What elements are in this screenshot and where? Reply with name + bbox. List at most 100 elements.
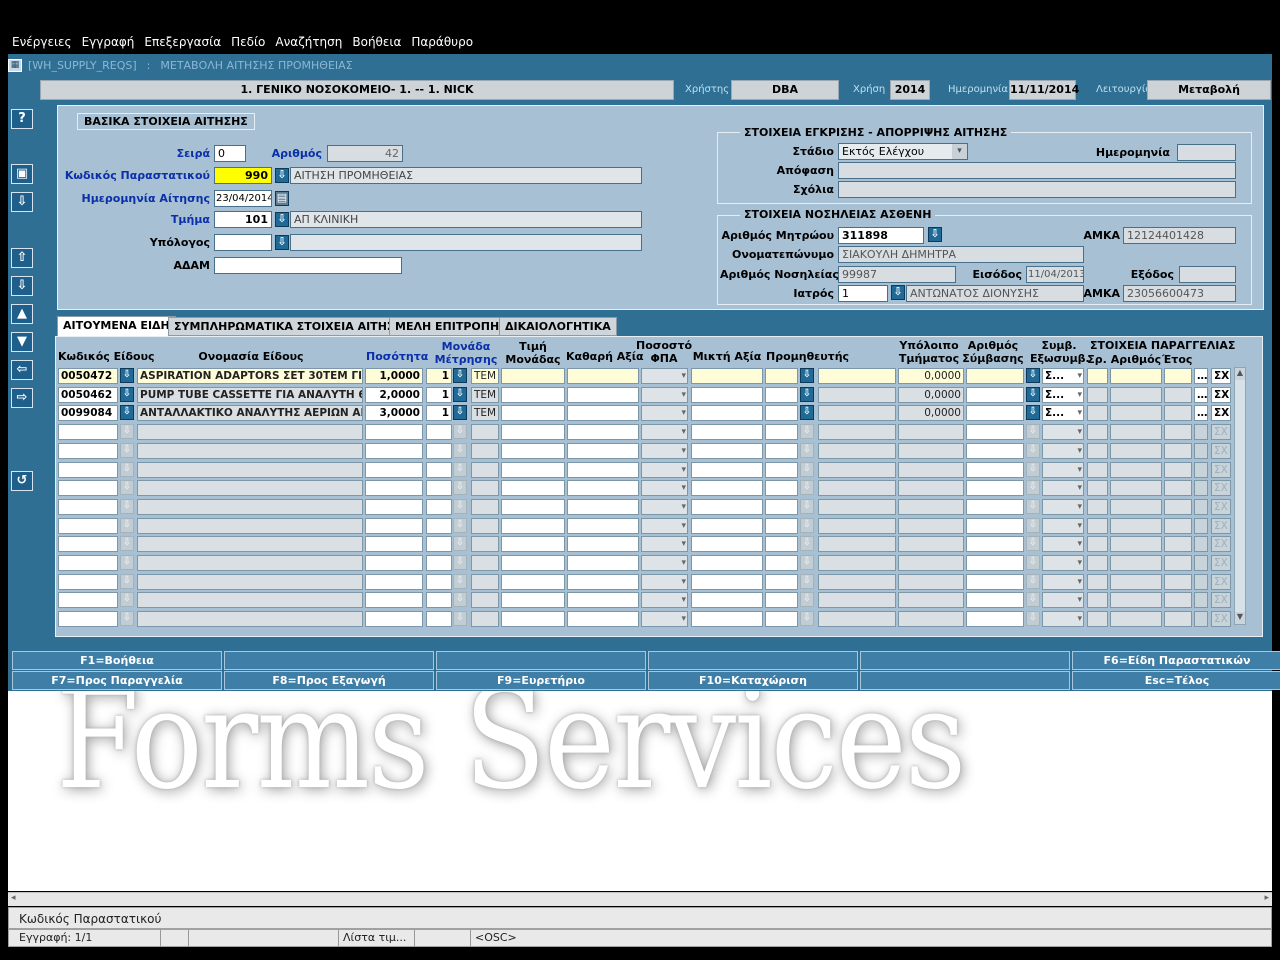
lov-down-icon[interactable]: ⇩ — [1026, 462, 1040, 477]
cell-sup1[interactable] — [765, 518, 798, 534]
cell-contract[interactable] — [966, 387, 1024, 403]
cell-gross[interactable] — [691, 480, 763, 496]
cell-vat[interactable] — [641, 574, 688, 590]
cell-code[interactable] — [58, 499, 118, 515]
doc-code-lov-icon[interactable]: ⇩ — [275, 168, 289, 183]
cell-ctype[interactable] — [1042, 555, 1084, 571]
tab-documents[interactable]: ΔΙΚΑΙΟΛΟΓΗΤΙΚΑ — [499, 317, 617, 336]
cell-vat[interactable] — [641, 462, 688, 478]
scroll-down-icon[interactable]: ▼ — [1235, 612, 1245, 624]
cell-gross[interactable] — [691, 555, 763, 571]
cell-sup1[interactable] — [765, 574, 798, 590]
cell-vat[interactable] — [641, 555, 688, 571]
lov-down-icon[interactable]: ⇩ — [800, 499, 814, 514]
menu-record[interactable]: Εγγραφή — [82, 35, 135, 49]
cell-ucode[interactable] — [426, 611, 452, 627]
cell-net[interactable] — [567, 555, 639, 571]
scroll-up-icon[interactable]: ▲ — [1235, 368, 1245, 380]
cell-vat[interactable] — [641, 592, 688, 608]
dept-code-field[interactable]: 101 — [214, 211, 272, 228]
lov-down-icon[interactable]: ⇩ — [453, 536, 467, 551]
lov-down-icon[interactable]: ⇩ — [800, 592, 814, 607]
cell-ctype[interactable]: Σ... — [1042, 368, 1084, 384]
cell-qty[interactable] — [365, 443, 423, 459]
lov-down-icon[interactable]: ⇩ — [1026, 611, 1040, 626]
lov-down-icon[interactable]: ⇩ — [453, 592, 467, 607]
cell-contract[interactable] — [966, 480, 1024, 496]
lov-down-icon[interactable]: ⇩ — [453, 387, 467, 402]
lov-down-icon[interactable]: ⇩ — [120, 518, 134, 533]
lov-down-icon[interactable]: ⇩ — [453, 480, 467, 495]
exit-icon[interactable]: ↺ — [11, 471, 33, 491]
function-key-button[interactable] — [224, 651, 434, 670]
cell-code[interactable] — [58, 555, 118, 571]
cell-vat[interactable] — [641, 387, 688, 403]
cell-ctype[interactable] — [1042, 592, 1084, 608]
responsible-lov-icon[interactable]: ⇩ — [275, 235, 289, 250]
function-key-button[interactable] — [648, 651, 858, 670]
cell-price[interactable] — [501, 443, 565, 459]
cell-code[interactable]: 0050462 — [58, 387, 118, 403]
cell-ctype[interactable] — [1042, 443, 1084, 459]
first-record-icon[interactable]: ⇧ — [11, 248, 33, 268]
tab-committee[interactable]: ΜΕΛΗ ΕΠΙΤΡΟΠΗΣ — [389, 317, 513, 336]
cell-price[interactable] — [501, 368, 565, 384]
lov-down-icon[interactable]: ⇩ — [1026, 443, 1040, 458]
save-icon[interactable]: ▣ — [11, 164, 33, 184]
cell-dots[interactable] — [1194, 462, 1208, 478]
cell-dots[interactable] — [1194, 536, 1208, 552]
cell-contract[interactable] — [966, 611, 1024, 627]
grid-scrollbar[interactable]: ▲ ▼ — [1234, 367, 1246, 625]
cell-net[interactable] — [567, 518, 639, 534]
cell-ucode[interactable]: 1 — [426, 387, 452, 403]
cell-qty[interactable] — [365, 592, 423, 608]
lov-down-icon[interactable]: ⇩ — [453, 462, 467, 477]
cell-sup1[interactable] — [765, 611, 798, 627]
lov-down-icon[interactable]: ⇩ — [1026, 424, 1040, 439]
lov-down-icon[interactable]: ⇩ — [800, 424, 814, 439]
cell-dots[interactable] — [1194, 555, 1208, 571]
cell-sx[interactable]: ΣΧ — [1211, 592, 1231, 608]
cell-code[interactable] — [58, 480, 118, 496]
cell-ctype[interactable] — [1042, 574, 1084, 590]
lov-down-icon[interactable]: ⇩ — [1026, 592, 1040, 607]
next-block-icon[interactable]: ⇨ — [11, 388, 33, 408]
doctor-lov-icon[interactable]: ⇩ — [891, 285, 905, 300]
cell-sup1[interactable] — [765, 592, 798, 608]
cell-ctype[interactable] — [1042, 518, 1084, 534]
cell-contract[interactable] — [966, 499, 1024, 515]
lov-down-icon[interactable]: ⇩ — [453, 518, 467, 533]
lov-down-icon[interactable]: ⇩ — [800, 536, 814, 551]
cell-contract[interactable] — [966, 555, 1024, 571]
cell-ctype[interactable] — [1042, 424, 1084, 440]
cell-sup1[interactable] — [765, 480, 798, 496]
cell-ctype[interactable] — [1042, 480, 1084, 496]
cell-qty[interactable]: 1,0000 — [365, 368, 423, 384]
cell-price[interactable] — [501, 518, 565, 534]
series-field[interactable]: 0 — [214, 145, 246, 162]
cell-code[interactable] — [58, 592, 118, 608]
cell-qty[interactable] — [365, 611, 423, 627]
lov-down-icon[interactable]: ⇩ — [120, 555, 134, 570]
function-key-button[interactable]: Esc=Τέλος — [1072, 671, 1280, 690]
cell-net[interactable] — [567, 443, 639, 459]
cell-gross[interactable] — [691, 536, 763, 552]
cell-ctype[interactable] — [1042, 536, 1084, 552]
download-icon[interactable]: ⇩ — [11, 192, 33, 212]
cell-code[interactable] — [58, 574, 118, 590]
function-key-button[interactable] — [436, 651, 646, 670]
cell-contract[interactable] — [966, 368, 1024, 384]
cell-vat[interactable] — [641, 536, 688, 552]
cell-price[interactable] — [501, 592, 565, 608]
lov-down-icon[interactable]: ⇩ — [1026, 574, 1040, 589]
lov-down-icon[interactable]: ⇩ — [453, 574, 467, 589]
tab-supplementary[interactable]: ΣΥΜΠΛΗΡΩΜΑΤΙΚΑ ΣΤΟΙΧΕΙΑ ΑΙΤΗΣΗΣ — [168, 317, 418, 336]
cell-sx[interactable]: ΣΧ — [1211, 611, 1231, 627]
cell-sx[interactable]: ΣΧ — [1211, 555, 1231, 571]
cell-vat[interactable] — [641, 368, 688, 384]
cell-sx[interactable]: ΣΧ — [1211, 462, 1231, 478]
cell-vat[interactable] — [641, 480, 688, 496]
lov-down-icon[interactable]: ⇩ — [453, 555, 467, 570]
lov-down-icon[interactable]: ⇩ — [800, 462, 814, 477]
cell-ctype[interactable]: Σ... — [1042, 405, 1084, 421]
